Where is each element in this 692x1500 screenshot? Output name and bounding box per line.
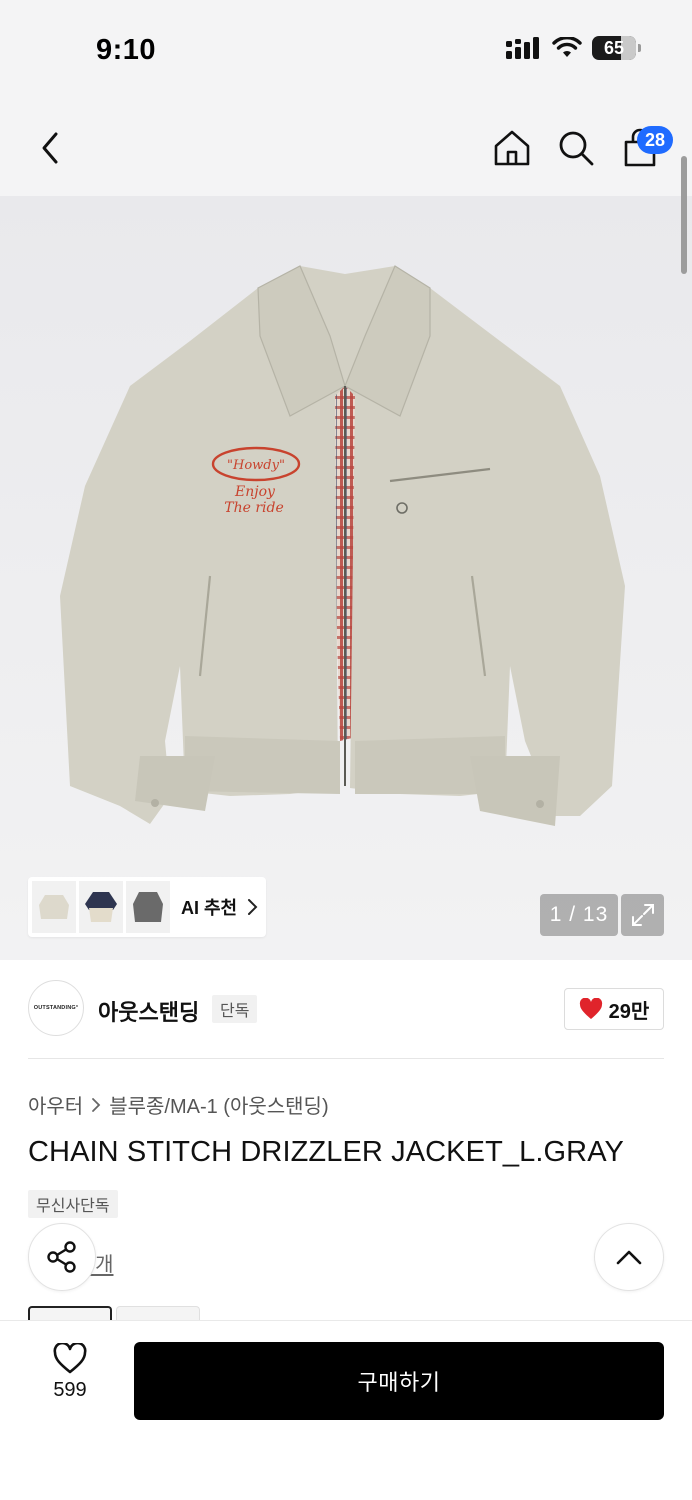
search-button[interactable]	[552, 124, 600, 172]
share-icon	[47, 1241, 76, 1273]
expand-icon	[631, 904, 654, 926]
embroidery-howdy: "Howdy"	[227, 458, 285, 473]
ai-recommend-label: AI 추천	[181, 898, 238, 918]
heart-outline-icon	[53, 1343, 87, 1374]
cart-count-badge: 28	[637, 126, 673, 154]
wishlist-count: 599	[53, 1379, 87, 1401]
image-page-counter: 1 / 13	[540, 894, 618, 936]
wifi-icon	[552, 37, 582, 57]
status-bar: 9:10 65	[0, 0, 692, 100]
breadcrumb: 아우터 블루종/MA-1 (아웃스탠딩)	[28, 1090, 329, 1119]
heart-filled-icon	[579, 998, 602, 1019]
signal-icon	[506, 37, 539, 59]
brand-exclusive-tag: 단독	[212, 995, 258, 1023]
jacket-product-photo: "Howdy" Enjoy The ride	[60, 265, 625, 826]
scroll-to-top-button[interactable]	[594, 1223, 664, 1291]
brand-logo[interactable]: OUTSTANDING°	[28, 980, 84, 1036]
brand-like-button[interactable]: 29만	[564, 988, 664, 1030]
status-icons: 65	[506, 36, 641, 60]
brand-name[interactable]: 아웃스탠딩	[98, 995, 199, 1027]
brand-row: OUTSTANDING° 아웃스탠딩 단독 29만	[28, 980, 664, 1038]
ai-recommend-button[interactable]: AI 추천	[28, 877, 266, 937]
breadcrumb-category[interactable]: 아우터	[28, 1090, 83, 1119]
back-button[interactable]	[26, 124, 74, 172]
brand-like-count: 29만	[608, 1000, 650, 1023]
chevron-right-icon	[92, 1097, 101, 1112]
product-image-gallery[interactable]: "Howdy" Enjoy The ride	[0, 196, 692, 960]
search-icon	[559, 131, 594, 166]
status-time: 9:10	[96, 34, 157, 66]
battery-indicator: 65	[592, 36, 641, 60]
top-nav-bar	[0, 100, 692, 196]
home-icon	[494, 130, 530, 166]
bottom-purchase-bar: 599 구매하기	[0, 1320, 692, 1500]
product-title: CHAIN STITCH DRIZZLER JACKET_L.GRAY	[28, 1136, 624, 1168]
chevron-up-icon	[616, 1250, 642, 1265]
embroidery-the-ride: The ride	[224, 500, 284, 516]
recommend-thumb-1	[32, 881, 76, 933]
buy-button[interactable]: 구매하기	[134, 1342, 664, 1420]
chevron-right-icon	[248, 899, 258, 915]
divider	[28, 1058, 664, 1059]
recommend-thumb-3	[126, 881, 170, 933]
home-button[interactable]	[488, 124, 536, 172]
share-button[interactable]	[28, 1223, 96, 1291]
breadcrumb-subcategory[interactable]: 블루종/MA-1 (아웃스탠딩)	[109, 1090, 328, 1119]
back-arrow-icon	[42, 132, 58, 164]
expand-image-button[interactable]	[621, 894, 664, 936]
brand-logo-text: OUTSTANDING°	[33, 1005, 79, 1011]
scrollbar-thumb[interactable]	[681, 156, 687, 274]
wishlist-button[interactable]: 599	[30, 1343, 110, 1423]
embroidery-enjoy: Enjoy	[234, 484, 276, 500]
musinsa-exclusive-tag: 무신사단독	[28, 1190, 118, 1218]
recommend-thumb-2	[79, 881, 123, 933]
battery-percent: 65	[603, 37, 625, 58]
